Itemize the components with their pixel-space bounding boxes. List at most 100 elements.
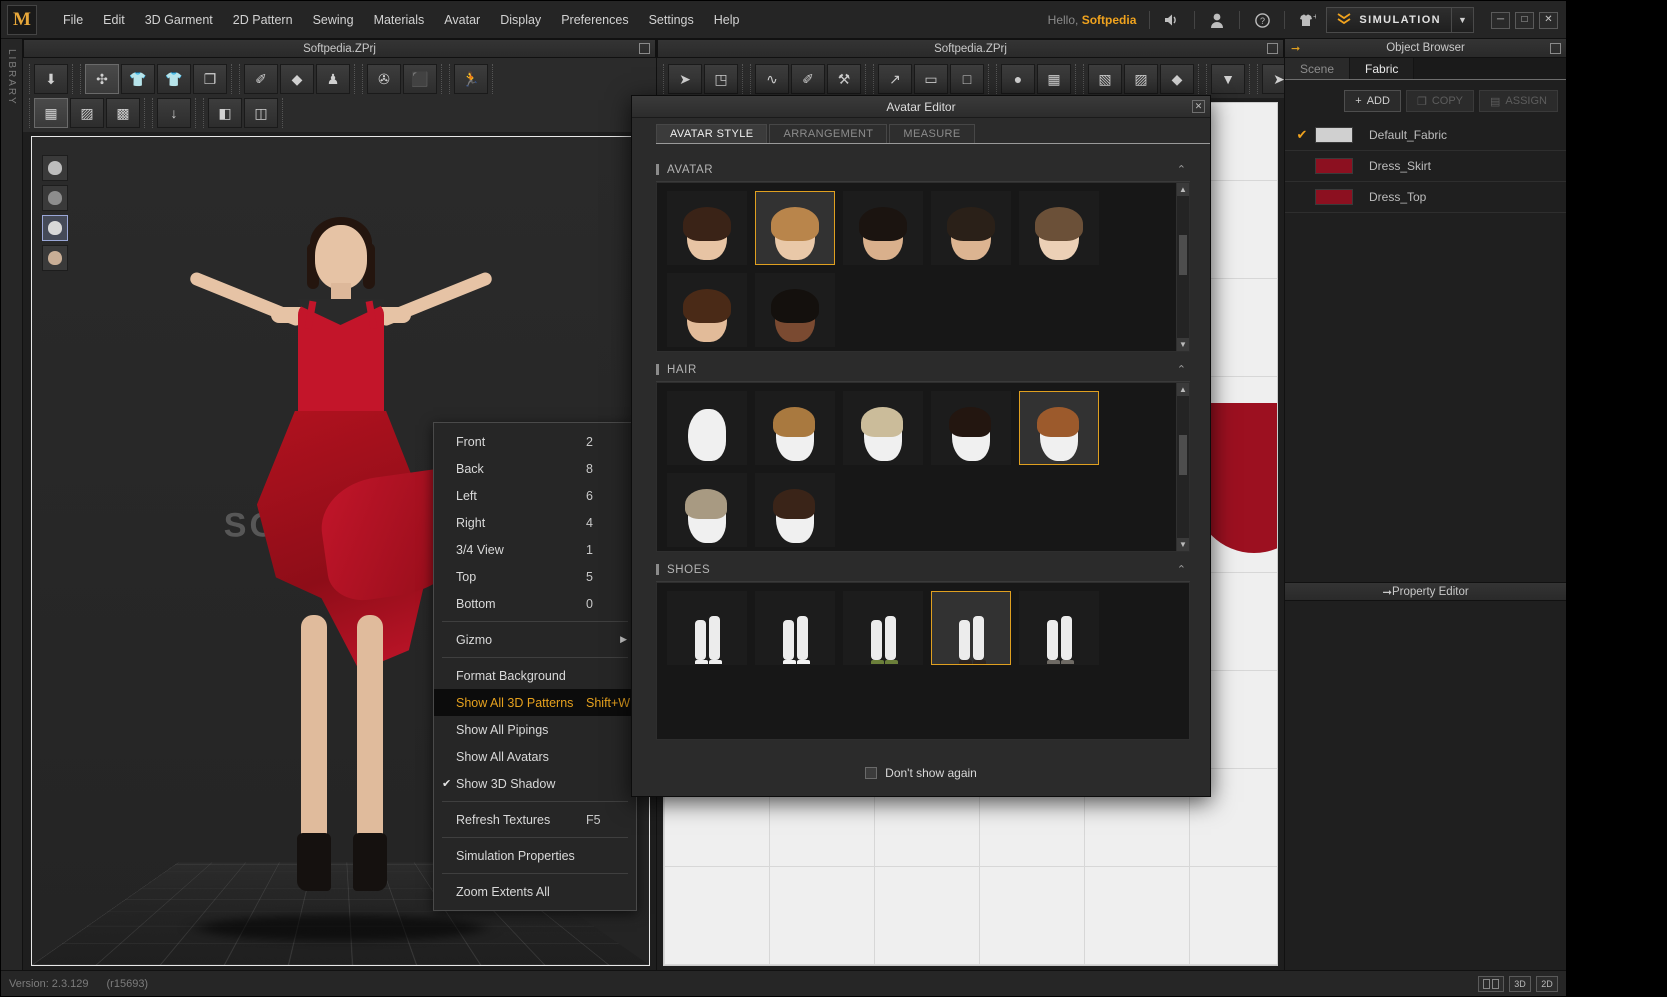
scroll-up-icon[interactable]: ▲ xyxy=(1177,183,1189,196)
thumbnail-hair-bob-auburn[interactable] xyxy=(1019,391,1099,465)
pleat-tool-3-button[interactable]: ▨ xyxy=(1124,64,1158,94)
avatar-pin-button[interactable]: ♟ xyxy=(316,64,350,94)
thumbnail-shoes-flat-white[interactable] xyxy=(667,591,747,665)
thumbnail-scrollbar[interactable]: ▲▼ xyxy=(1176,183,1189,351)
avatar-head-grey-icon[interactable] xyxy=(42,185,68,211)
viewport-context-menu[interactable]: Front2Back8Left6Right43/4 View1Top5Botto… xyxy=(433,422,637,911)
context-menu-item-top[interactable]: Top5 xyxy=(434,563,636,590)
chevron-up-icon[interactable]: ⌃ xyxy=(1177,163,1186,176)
context-menu-item-format-background[interactable]: Format Background xyxy=(434,662,636,689)
avatar-head-white-icon[interactable] xyxy=(42,155,68,181)
fold-arrow-tool-button[interactable]: ▼ xyxy=(1211,64,1245,94)
context-menu-item-show-all-avatars[interactable]: Show All Avatars xyxy=(434,743,636,770)
select-mesh-green-button[interactable]: 👕 xyxy=(121,64,155,94)
thumbnail-avatar-female-blonde[interactable] xyxy=(755,191,835,265)
thumbnail-avatar-male-asian[interactable] xyxy=(843,191,923,265)
chevron-up-icon[interactable]: ⌃ xyxy=(1177,363,1186,376)
context-menu-item-left[interactable]: Left6 xyxy=(434,482,636,509)
thumbnail-avatar-male-dark[interactable] xyxy=(755,273,835,347)
section-header-shoes[interactable]: SHOES⌃ xyxy=(656,558,1190,582)
fold-tool-button[interactable]: ◆ xyxy=(280,64,314,94)
menu-item-file[interactable]: File xyxy=(53,7,93,33)
add-button[interactable]: +ADD xyxy=(1344,90,1401,112)
pin-icon[interactable]: ➞ xyxy=(1291,42,1300,55)
menu-item-preferences[interactable]: Preferences xyxy=(551,7,638,33)
garment-plus-icon[interactable]: + xyxy=(1294,7,1320,33)
maximize-button[interactable]: □ xyxy=(1515,12,1534,29)
help-icon[interactable]: ? xyxy=(1249,7,1275,33)
select-pattern-button[interactable]: ▦ xyxy=(34,98,68,128)
thumbnail-scrollbar[interactable]: ▲▼ xyxy=(1176,383,1189,551)
transform-arrow-button[interactable]: ◳ xyxy=(704,64,738,94)
split-view-button[interactable] xyxy=(1478,976,1504,992)
app-logo[interactable]: M xyxy=(7,5,37,35)
context-menu-item-front[interactable]: Front2 xyxy=(434,428,636,455)
scroll-up-icon[interactable]: ▲ xyxy=(1177,383,1189,396)
tab-avatar-style[interactable]: AVATAR STYLE xyxy=(656,124,767,143)
menu-item-display[interactable]: Display xyxy=(490,7,551,33)
pleat-tool-1-button[interactable]: ▦ xyxy=(1037,64,1071,94)
copy-button[interactable]: ❐COPY xyxy=(1406,90,1474,112)
scrollbar-thumb[interactable] xyxy=(1179,435,1187,475)
menu-item-sewing[interactable]: Sewing xyxy=(303,7,364,33)
fabric-active-check-icon[interactable]: ✔ xyxy=(1289,127,1315,143)
menu-item-settings[interactable]: Settings xyxy=(639,7,704,33)
thumbnail-shoes-heel-white[interactable] xyxy=(755,591,835,665)
scroll-down-icon[interactable]: ▼ xyxy=(1177,338,1189,351)
sound-icon[interactable] xyxy=(1159,7,1185,33)
view-2d-button[interactable]: 2D xyxy=(1536,976,1558,992)
square-tool-button[interactable]: □ xyxy=(950,64,984,94)
thumbnail-shoes-green-heel[interactable] xyxy=(843,591,923,665)
library-rail[interactable]: LIBRARY xyxy=(1,39,23,970)
animation-run-button[interactable]: 🏃 xyxy=(454,64,488,94)
plane-add-button[interactable]: ◫ xyxy=(244,98,278,128)
pin-tool-button[interactable]: ✐ xyxy=(244,64,278,94)
save-down-button[interactable]: ⬇ xyxy=(34,64,68,94)
menu-item-materials[interactable]: Materials xyxy=(364,7,435,33)
thumbnail-avatar-child[interactable] xyxy=(1019,191,1099,265)
restore-icon[interactable] xyxy=(1550,43,1561,54)
menu-item-edit[interactable]: Edit xyxy=(93,7,135,33)
context-menu-item-refresh-textures[interactable]: Refresh TexturesF5 xyxy=(434,806,636,833)
select-pattern-alt-button[interactable]: ▨ xyxy=(70,98,104,128)
point-tool-button[interactable]: ⚒ xyxy=(827,64,861,94)
thumbnail-shoes-grey-boot[interactable] xyxy=(1019,591,1099,665)
select-mesh-pink-button[interactable]: 👕 xyxy=(157,64,191,94)
scrollbar-thumb[interactable] xyxy=(1179,235,1187,275)
edit-curve-button[interactable]: ↗ xyxy=(878,64,912,94)
context-menu-item-simulation-properties[interactable]: Simulation Properties xyxy=(434,842,636,869)
avatar-head-skin-icon[interactable] xyxy=(42,245,68,271)
restore-icon[interactable] xyxy=(639,43,650,54)
select-arrow-button[interactable]: ➤ xyxy=(668,64,702,94)
fabric-row[interactable]: Dress_Top xyxy=(1285,182,1566,213)
tab-measure[interactable]: MEASURE xyxy=(889,124,974,143)
menu-item-2d-pattern[interactable]: 2D Pattern xyxy=(223,7,303,33)
curve-tool-button[interactable]: ∿ xyxy=(755,64,789,94)
simulation-button[interactable]: SIMULATION xyxy=(1326,7,1452,33)
close-icon[interactable]: ✕ xyxy=(1192,100,1205,113)
context-menu-item-zoom-extents-all[interactable]: Zoom Extents All xyxy=(434,878,636,905)
avatar-editor-dialog[interactable]: Avatar Editor ✕ AVATAR STYLEARRANGEMENTM… xyxy=(631,95,1211,797)
assign-button[interactable]: ▤ASSIGN xyxy=(1479,90,1558,112)
thumbnail-hair-bun-light[interactable] xyxy=(843,391,923,465)
unfold-garment-button[interactable]: ❐ xyxy=(193,64,227,94)
tab-arrangement[interactable]: ARRANGEMENT xyxy=(769,124,887,143)
plane-select-button[interactable]: ◧ xyxy=(208,98,242,128)
thumbnail-hair-ponytail-blonde[interactable] xyxy=(755,391,835,465)
dont-show-again-checkbox[interactable] xyxy=(865,767,877,779)
view-3d-button[interactable]: 3D xyxy=(1509,976,1531,992)
dont-show-again-row[interactable]: Don't show again xyxy=(865,766,977,780)
thumbnail-avatar-female-brunette[interactable] xyxy=(667,273,747,347)
chevron-up-icon[interactable]: ⌃ xyxy=(1177,563,1186,576)
context-menu-item-show-all-pipings[interactable]: Show All Pipings xyxy=(434,716,636,743)
garment-single-button[interactable]: ⬛ xyxy=(403,64,437,94)
context-menu-item-right[interactable]: Right4 xyxy=(434,509,636,536)
fabric-color-swatch[interactable] xyxy=(1315,189,1353,205)
select-move-button[interactable]: ✣ xyxy=(85,64,119,94)
menu-item-help[interactable]: Help xyxy=(704,7,750,33)
tab-fabric[interactable]: Fabric xyxy=(1350,58,1414,79)
context-menu-item-show-3d-shadow[interactable]: ✔Show 3D Shadow xyxy=(434,770,636,797)
circle-tool-button[interactable]: ● xyxy=(1001,64,1035,94)
user-icon[interactable] xyxy=(1204,7,1230,33)
context-menu-item-3-4-view[interactable]: 3/4 View1 xyxy=(434,536,636,563)
